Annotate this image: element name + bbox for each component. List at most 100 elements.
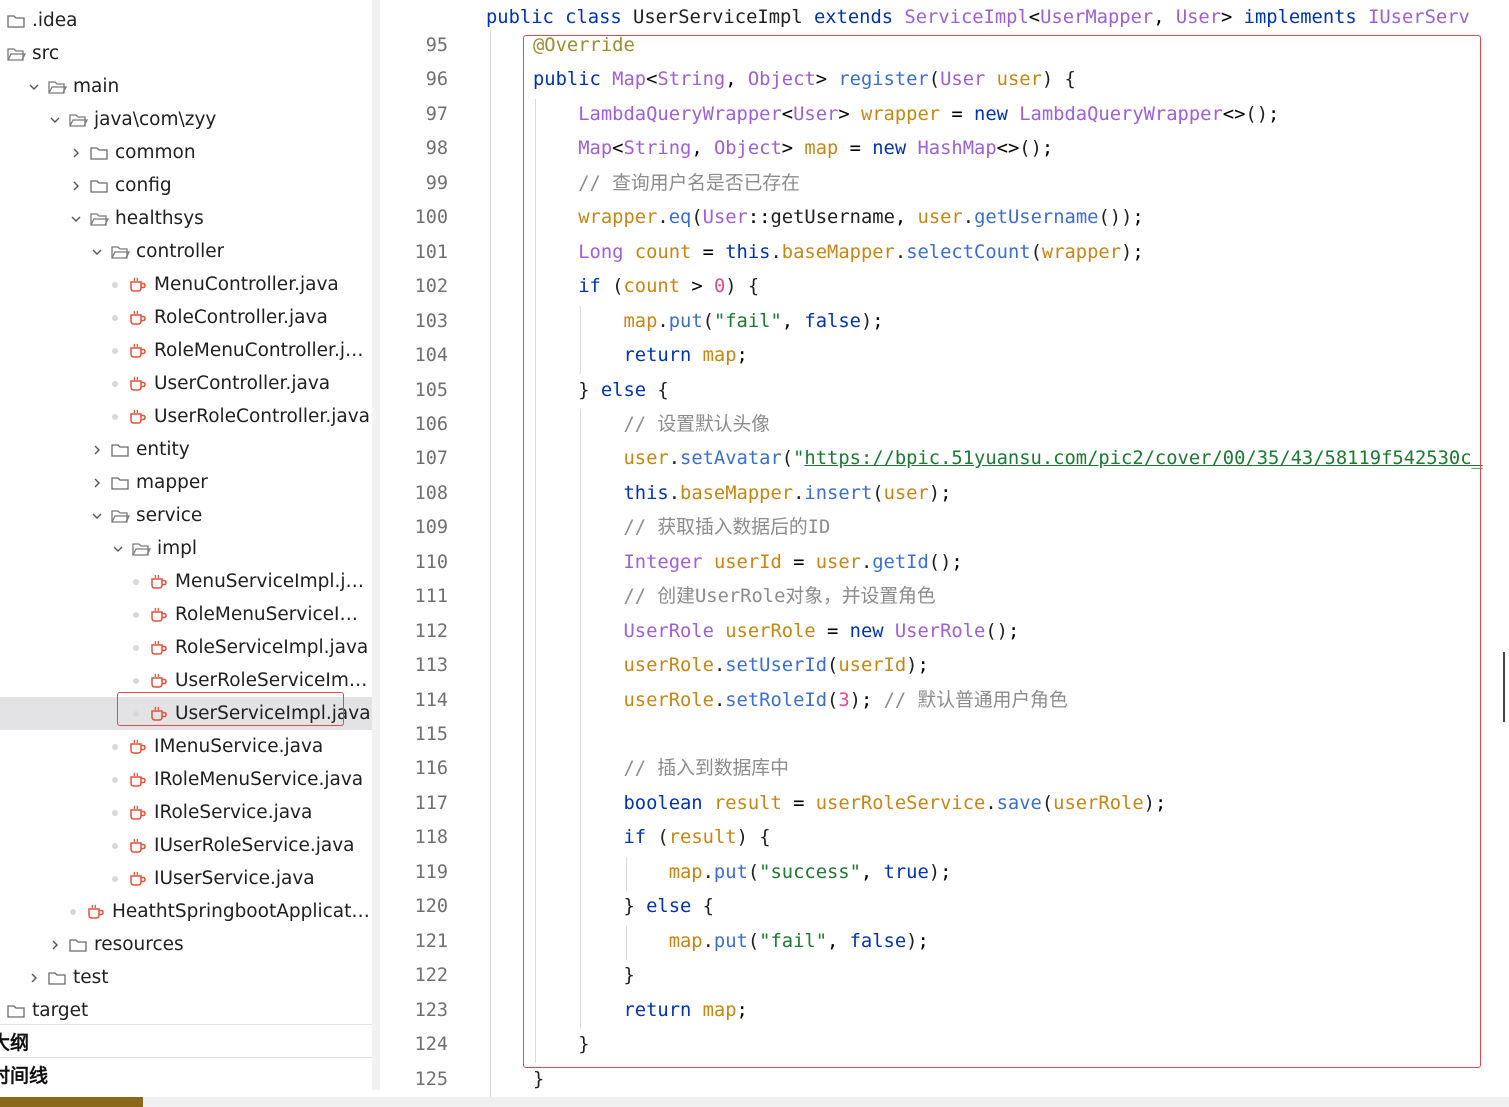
folder-item-idea[interactable]: .idea bbox=[0, 4, 372, 37]
folder-item-common[interactable]: common bbox=[0, 136, 372, 169]
java-file-icon bbox=[149, 639, 169, 657]
folder-item-src[interactable]: src bbox=[0, 37, 372, 70]
chevron-down-icon[interactable] bbox=[90, 245, 104, 259]
file-item-roleserviceimpl-java[interactable]: RoleServiceImpl.java bbox=[0, 631, 372, 664]
chevron-down-icon[interactable] bbox=[111, 542, 125, 556]
tree-guide-dot bbox=[70, 908, 76, 915]
java-file-icon bbox=[149, 672, 169, 690]
tree-item-label: RoleMenuServiceImpl.j... bbox=[175, 604, 372, 625]
folder-open-icon bbox=[89, 210, 109, 228]
tree-item-label: src bbox=[32, 43, 60, 64]
java-file-icon bbox=[128, 738, 148, 756]
line-number: 96 bbox=[425, 69, 448, 91]
tree-item-label: IRoleMenuService.java bbox=[154, 769, 364, 790]
line-number: 120 bbox=[414, 896, 448, 918]
timeline-section[interactable]: 时间线 bbox=[0, 1057, 372, 1090]
tree-guide-dot bbox=[133, 644, 139, 651]
line-number: 115 bbox=[414, 724, 448, 745]
folder-item-test[interactable]: test bbox=[0, 961, 372, 994]
tree-item-label: UserRoleServiceImpl.java bbox=[175, 670, 372, 691]
file-item-menuserviceimpl-java[interactable]: MenuServiceImpl.java bbox=[0, 565, 372, 598]
folder-item-controller[interactable]: controller bbox=[0, 235, 372, 268]
file-item-iroleservice-java[interactable]: IRoleService.java bbox=[0, 796, 372, 829]
selected-file-highlight bbox=[117, 692, 344, 726]
tree-item-label: common bbox=[115, 142, 196, 163]
folder-open-icon bbox=[6, 45, 26, 63]
folder-item-impl[interactable]: impl bbox=[0, 532, 372, 565]
folder-icon bbox=[89, 144, 109, 162]
chevron-down-icon[interactable] bbox=[27, 80, 41, 94]
folder-item-config[interactable]: config bbox=[0, 169, 372, 202]
tree-item-label: impl bbox=[157, 538, 198, 559]
file-item-heathtspringbootapplication-j[interactable]: HeathtSpringbootApplication.j... bbox=[0, 895, 372, 928]
editor-scrollbar[interactable] bbox=[1503, 652, 1505, 722]
line-number: 99 bbox=[425, 172, 448, 194]
line-number: 97 bbox=[425, 103, 448, 125]
file-item-userrolecontroller-java[interactable]: UserRoleController.java bbox=[0, 400, 372, 433]
chevron-down-icon[interactable] bbox=[90, 509, 104, 523]
line-number: 106 bbox=[414, 413, 448, 435]
file-item-irolemenuservice-java[interactable]: IRoleMenuService.java bbox=[0, 763, 372, 796]
tree-guide-dot bbox=[112, 281, 118, 288]
file-item-usercontroller-java[interactable]: UserController.java bbox=[0, 367, 372, 400]
chevron-right-icon[interactable] bbox=[90, 476, 104, 490]
java-file-icon bbox=[128, 804, 148, 822]
indent-guide-line bbox=[489, 30, 491, 1097]
line-number: 109 bbox=[414, 517, 448, 539]
folder-item-target[interactable]: target bbox=[0, 994, 372, 1027]
folder-item-main[interactable]: main bbox=[0, 70, 372, 103]
chevron-down-icon[interactable] bbox=[69, 212, 83, 226]
tree-guide-dot bbox=[133, 611, 139, 618]
sidebar-splitter[interactable] bbox=[372, 0, 380, 1090]
line-number: 104 bbox=[414, 345, 448, 367]
tree-item-label: controller bbox=[136, 241, 225, 262]
folder-item-resources[interactable]: resources bbox=[0, 928, 372, 961]
file-item-rolecontroller-java[interactable]: RoleController.java bbox=[0, 301, 372, 334]
code-highlight-box bbox=[523, 35, 1481, 1068]
tree-item-label: mapper bbox=[136, 472, 208, 493]
folder-open-icon bbox=[131, 540, 151, 558]
outline-section[interactable]: 大纲 bbox=[0, 1024, 372, 1057]
file-item-iuserroleservice-java[interactable]: IUserRoleService.java bbox=[0, 829, 372, 862]
folder-item-service[interactable]: service bbox=[0, 499, 372, 532]
folder-item-healthsys[interactable]: healthsys bbox=[0, 202, 372, 235]
chevron-right-icon[interactable] bbox=[69, 179, 83, 193]
file-item-rolemenuserviceimpl-j[interactable]: RoleMenuServiceImpl.j... bbox=[0, 598, 372, 631]
file-item-imenuservice-java[interactable]: IMenuService.java bbox=[0, 730, 372, 763]
java-file-icon bbox=[128, 342, 148, 360]
tree-guide-dot bbox=[112, 347, 118, 354]
tree-guide-dot bbox=[133, 677, 139, 684]
line-number: 111 bbox=[414, 586, 448, 608]
file-item-menucontroller-java[interactable]: MenuController.java bbox=[0, 268, 372, 301]
tree-guide-dot bbox=[112, 875, 118, 882]
tree-guide-dot bbox=[112, 842, 118, 849]
folder-icon bbox=[68, 936, 88, 954]
tree-item-label: healthsys bbox=[115, 208, 204, 229]
chevron-down-icon[interactable] bbox=[48, 113, 62, 127]
folder-item-java-com-zyy[interactable]: java\com\zyy bbox=[0, 103, 372, 136]
chevron-right-icon[interactable] bbox=[69, 146, 83, 160]
line-number: 124 bbox=[414, 1034, 448, 1056]
line-number: 125 bbox=[414, 1068, 448, 1090]
line-number: 116 bbox=[414, 758, 448, 780]
tree-guide-dot bbox=[112, 314, 118, 321]
folder-icon bbox=[89, 177, 109, 195]
code-line[interactable]: } bbox=[533, 1064, 544, 1096]
code-editor[interactable]: public class UserServiceImpl extends Ser… bbox=[380, 0, 1509, 1097]
sticky-scroll-header[interactable]: public class UserServiceImpl extends Ser… bbox=[486, 4, 1470, 32]
tree-item-label: IRoleService.java bbox=[154, 802, 313, 823]
chevron-right-icon[interactable] bbox=[48, 938, 62, 952]
tree-item-label: UserRoleController.java bbox=[154, 406, 370, 427]
line-number: 121 bbox=[414, 930, 448, 952]
tree-item-label: MenuController.java bbox=[154, 274, 339, 295]
folder-item-mapper[interactable]: mapper bbox=[0, 466, 372, 499]
folder-icon bbox=[6, 1002, 26, 1020]
file-item-rolemenucontroller-java[interactable]: RoleMenuController.java bbox=[0, 334, 372, 367]
folder-item-entity[interactable]: entity bbox=[0, 433, 372, 466]
tree-item-label: .idea bbox=[32, 10, 78, 31]
java-file-icon bbox=[149, 606, 169, 624]
tree-guide-dot bbox=[112, 776, 118, 783]
file-item-iuserservice-java[interactable]: IUserService.java bbox=[0, 862, 372, 895]
chevron-right-icon[interactable] bbox=[90, 443, 104, 457]
chevron-right-icon[interactable] bbox=[27, 971, 41, 985]
